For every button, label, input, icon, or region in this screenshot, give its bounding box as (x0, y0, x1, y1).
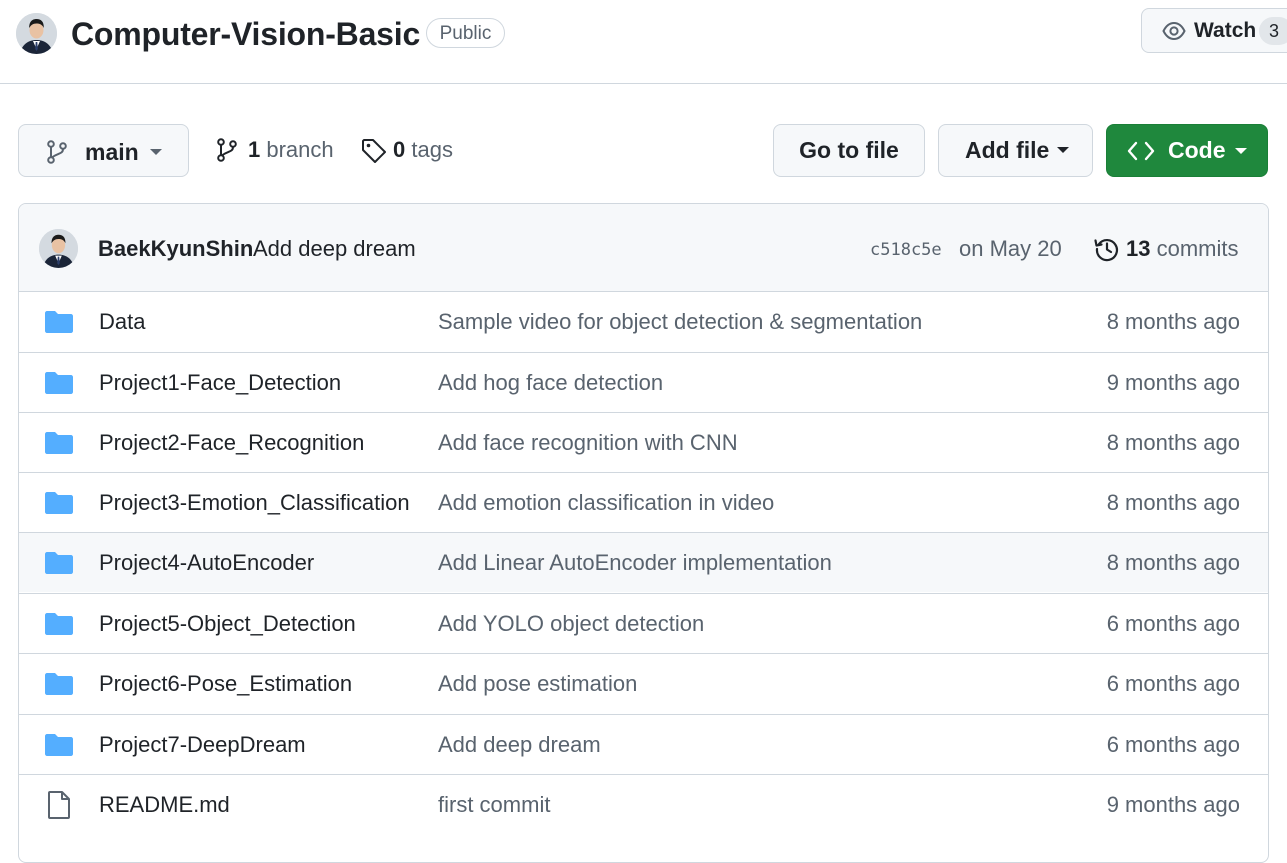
file-row[interactable]: Project7-DeepDream Add deep dream 6 mont… (19, 714, 1268, 774)
go-to-file-button[interactable]: Go to file (773, 124, 925, 177)
tag-icon (361, 138, 387, 164)
folder-icon (45, 372, 73, 394)
file-age: 8 months ago (1106, 490, 1240, 515)
add-file-button[interactable]: Add file (938, 124, 1093, 177)
repo-name[interactable]: Computer-Vision-Basic (71, 14, 420, 54)
folder-icon (45, 613, 73, 635)
branches-label: branch (266, 137, 334, 162)
folder-icon (45, 552, 73, 574)
file-commit-message[interactable]: Add face recognition with CNN (438, 430, 1058, 456)
commits-link[interactable]: 13 commits (1126, 236, 1239, 262)
file-age: 9 months ago (1106, 370, 1240, 395)
file-name[interactable]: Project2-Face_Recognition (99, 430, 411, 456)
folder-icon (45, 311, 73, 333)
folder-icon (45, 673, 73, 695)
add-file-label: Add file (965, 137, 1050, 163)
file-row[interactable]: Project6-Pose_Estimation Add pose estima… (19, 653, 1268, 713)
git-branch-icon (46, 140, 68, 164)
author-avatar[interactable] (39, 229, 78, 268)
file-name[interactable]: README.md (99, 792, 411, 818)
file-name[interactable]: Project1-Face_Detection (99, 370, 411, 396)
owner-avatar[interactable] (16, 13, 57, 54)
file-name[interactable]: Project6-Pose_Estimation (99, 671, 411, 697)
commits-label: commits (1156, 236, 1239, 261)
file-age: 8 months ago (1106, 550, 1240, 575)
file-name[interactable]: Project4-AutoEncoder (99, 550, 411, 576)
code-icon (1127, 140, 1155, 162)
folder-icon (45, 432, 73, 454)
chevron-down-icon (1057, 147, 1069, 154)
branches-count: 1 (248, 137, 261, 162)
tags-count: 0 (393, 137, 406, 162)
eye-icon (1162, 20, 1186, 42)
file-commit-message[interactable]: Add emotion classification in video (438, 490, 1058, 516)
commits-count: 13 (1126, 236, 1151, 261)
history-icon (1094, 236, 1120, 262)
repo-header: Computer-Vision-Basic Public Watch 3 (0, 0, 1287, 84)
file-commit-message[interactable]: first commit (438, 792, 1058, 818)
commit-author[interactable]: BaekKyunShin (98, 236, 253, 262)
file-age: 8 months ago (1106, 309, 1240, 334)
file-age: 6 months ago (1106, 732, 1240, 757)
visibility-badge: Public (426, 18, 505, 48)
tags-label: tags (411, 137, 453, 162)
file-name[interactable]: Data (99, 309, 411, 335)
file-row[interactable]: Project1-Face_Detection Add hog face det… (19, 352, 1268, 412)
file-name[interactable]: Project7-DeepDream (99, 732, 411, 758)
file-commit-message[interactable]: Add Linear AutoEncoder implementation (438, 550, 1058, 576)
branch-name: main (85, 139, 139, 165)
file-name[interactable]: Project3-Emotion_Classification (99, 490, 411, 516)
commit-message[interactable]: Add deep dream (253, 236, 416, 262)
code-label: Code (1168, 137, 1226, 163)
git-branch-icon (216, 137, 238, 163)
file-age: 6 months ago (1106, 611, 1240, 636)
watch-label: Watch (1194, 19, 1257, 42)
watch-count: 3 (1259, 17, 1287, 45)
chevron-down-icon (1235, 148, 1247, 155)
file-row[interactable]: Data Sample video for object detection &… (19, 292, 1268, 352)
file-row[interactable]: Project2-Face_Recognition Add face recog… (19, 412, 1268, 472)
chevron-down-icon (150, 149, 162, 156)
branch-select-button[interactable]: main (18, 124, 189, 177)
folder-icon (45, 492, 73, 514)
commit-sha[interactable]: c518c5e (870, 239, 942, 261)
commit-date: on May 20 (959, 236, 1062, 261)
file-browser: BaekKyunShin Add deep dream c518c5e on M… (18, 203, 1269, 863)
code-button[interactable]: Code (1106, 124, 1268, 177)
file-row[interactable]: Project4-AutoEncoder Add Linear AutoEnco… (19, 532, 1268, 592)
file-commit-message[interactable]: Add YOLO object detection (438, 611, 1058, 637)
latest-commit-bar: BaekKyunShin Add deep dream c518c5e on M… (19, 204, 1268, 292)
file-commit-message[interactable]: Sample video for object detection & segm… (438, 309, 1058, 335)
file-commit-message[interactable]: Add deep dream (438, 732, 1058, 758)
file-icon (48, 791, 70, 819)
file-row[interactable]: Project3-Emotion_Classification Add emot… (19, 472, 1268, 532)
file-age: 6 months ago (1106, 671, 1240, 696)
file-age: 8 months ago (1106, 430, 1240, 455)
file-age: 9 months ago (1106, 792, 1240, 817)
file-name[interactable]: Project5-Object_Detection (99, 611, 411, 637)
file-row[interactable]: Project5-Object_Detection Add YOLO objec… (19, 593, 1268, 653)
folder-icon (45, 734, 73, 756)
watch-button[interactable]: Watch 3 (1141, 8, 1287, 53)
file-commit-message[interactable]: Add hog face detection (438, 370, 1058, 396)
file-commit-message[interactable]: Add pose estimation (438, 671, 1058, 697)
file-row[interactable]: README.md first commit 9 months ago (19, 774, 1268, 834)
